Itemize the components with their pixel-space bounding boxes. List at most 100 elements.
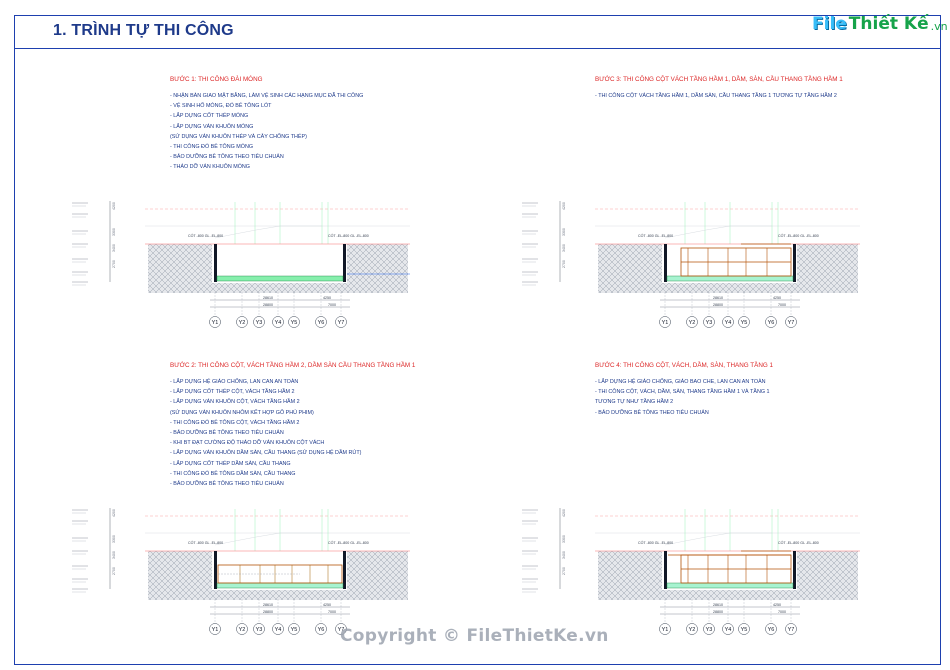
grid-label: Y4 [275,320,282,326]
step-line: - THI CÔNG ĐỔ BÊ TÔNG MÓNG [170,144,254,151]
column-label-left: CỐT -800 GL -EL-800 [638,540,673,545]
upper-profile [664,225,772,239]
copyright-watermark: Copyright © FileThietKe.vn [340,626,609,646]
grid-label: Y3 [706,627,713,633]
grid-label: Y5 [741,320,748,326]
step-heading: BƯỚC 4: THI CÔNG CỘT, VÁCH, DẦM, SÀN, TH… [595,362,774,369]
section-svg: 4200 3300 3400 2700 CỐT -800 GL -EL-800 CỐT -… [522,508,860,635]
vertical-dimension-label: 2700 [112,567,116,575]
step-2-block: BƯỚC 2: THI CÔNG CỘT, VÁCH TẦNG HẦM 2, D… [170,362,500,489]
vertical-dimension-label: 3400 [562,551,566,559]
step-line: - BẢO DƯỠNG BÊ TÔNG THEO TIÊU CHUẨN [170,481,284,488]
step-line: - LẮP DỰNG CỐT THÉP MÓNG [170,113,249,120]
grid-label: Y5 [291,320,298,326]
logo-file-text: File [812,14,847,34]
vertical-dimension-label: 2700 [112,260,116,268]
step-line: - VỆ SINH HỐ MÓNG, ĐỔ BÊ TÔNG LÓT [170,103,272,110]
grid-label: Y7 [338,320,345,326]
grid-label: Y4 [725,627,732,633]
step-line: - THI CÔNG ĐỔ BÊ TÔNG DẦM SÀN, CẦU THANG [170,470,296,477]
grid-label: Y1 [212,320,219,326]
section-svg: 4200 3300 3400 2700 CỐT -800 GL -EL-800 CỐT -… [72,201,410,328]
vertical-dimension-label: 3300 [112,228,116,236]
soil-bottom [662,283,797,293]
soil-right [347,244,408,293]
column-label-left: CỐT -800 GL -EL-800 [188,540,223,545]
section-svg: 4200 3300 3400 2700 CỐT -800 GL -EL-800 CỐT -… [72,508,410,635]
grid-label: Y1 [212,627,219,633]
step-line: - NHẬN BÀN GIAO MẶT BẰNG, LÀM VỆ SINH CÁ… [170,93,364,99]
grid-label: Y2 [239,627,246,633]
soil-bottom [212,283,347,293]
vertical-dimension-label: 4200 [112,202,116,210]
retaining-wall-left [664,244,667,282]
step-4-block: BƯỚC 4: THI CÔNG CỘT, VÁCH, DẦM, SÀN, TH… [595,362,925,418]
dimension-label: 28610 [713,603,723,607]
step-line: - LẮP DỰNG VÁN KHUÔN DẦM SÀN, CẦU THANG … [170,450,362,457]
step-heading: BƯỚC 2: THI CÔNG CỘT, VÁCH TẦNG HẦM 2, D… [170,362,416,369]
retaining-wall-right [343,551,346,589]
vertical-dimension-label: 3300 [562,535,566,543]
step-line: - LẮP DỰNG VÁN KHUÔN CỘT, VÁCH TẦNG HẦM … [170,399,300,406]
soil-left [148,244,212,293]
grid-label: Y6 [318,627,325,633]
page-title: 1. TRÌNH TỰ THI CÔNG [53,22,234,39]
dimension-label: 28800 [713,610,723,614]
grid-label: Y2 [239,320,246,326]
section-svg: 4200 3300 3400 2700 CỐT -800 GL -EL-800 CỐT -… [522,201,860,328]
dimension-label: 7000 [778,610,786,614]
step-line: - THI CÔNG CỘT VÁCH TẦNG HẦM 1, DẦM SÀN,… [595,93,837,99]
column-label-left: CỐT -800 GL -EL-800 [638,233,673,238]
foundation-slab [216,582,344,589]
grid-label: Y6 [768,320,775,326]
grid-label: Y6 [768,627,775,633]
grid-label: Y4 [275,627,282,633]
upper-profile [664,532,772,546]
grid-label: Y3 [256,320,263,326]
dimension-label: 28610 [263,603,273,607]
step-line: - LẮP DỰNG CỐT THÉP CỘT, VÁCH TẦNG HẦM 2 [170,389,295,396]
soil-right [797,244,858,293]
grid-label: Y1 [662,627,669,633]
step-3-block: BƯỚC 3: THI CÔNG CỘT VÁCH TẦNG HẦM 1, DẦ… [595,76,925,101]
retaining-wall-right [343,244,346,282]
soil-left [148,551,212,600]
retaining-wall-right [793,551,796,589]
dimension-label: 4250 [323,296,331,300]
foundation-slab [216,275,344,282]
grid-label: Y1 [662,320,669,326]
step-line: - BẢO DƯỠNG BÊ TÔNG THEO TIÊU CHUẨN [595,409,709,416]
dimension-label: 7000 [328,610,336,614]
soil-bottom [212,590,347,600]
step-line: TƯƠNG TỰ NHƯ TẦNG HẦM 2 [595,399,674,406]
section-diagram-step-2: 4200 3300 3400 2700 CỐT -800 GL -EL-800 CỐT -… [60,503,420,643]
vertical-dimension-label: 3300 [562,228,566,236]
section-diagram-step-4: 4200 3300 3400 2700 CỐT -800 GL -EL-800 CỐT -… [510,503,870,643]
step-1-block: BƯỚC 1: THI CÔNG ĐÀI MÓNG - NHẬN BÀN GIAO… [170,76,500,173]
column-label-left: CỐT -800 GL -EL-800 [188,233,223,238]
retaining-wall-right [793,244,796,282]
retaining-wall-left [664,551,667,589]
vertical-dimension-label: 3400 [562,244,566,252]
column-label-right: CỐT -EL-800 GL -EL-800 [328,233,369,238]
grid-label: Y7 [788,627,795,633]
dimension-label: 7000 [328,303,336,307]
soil-right [347,551,408,600]
soil-left [598,244,662,293]
step-line: - LẮP DỰNG VÁN KHUÔN MÓNG [170,123,254,130]
dimension-label: 28610 [713,296,723,300]
dimension-label: 4250 [323,603,331,607]
logo-thietke-text: Thiết Kế [848,14,929,34]
grid-label: Y2 [689,627,696,633]
grid-label: Y5 [291,627,298,633]
grid-label: Y4 [725,320,732,326]
grid-label: Y5 [741,627,748,633]
vertical-dimension-label: 2700 [562,260,566,268]
foundation-slab [666,582,794,589]
column-label-right: CỐT -EL-800 GL -EL-800 [778,540,819,545]
step-line: - BẢO DƯỠNG BÊ TÔNG THEO TIÊU CHUẨN [170,154,284,161]
section-diagram-step-1: 4200 3300 3400 2700 CỐT -800 GL -EL-800 CỐT -… [60,196,420,336]
step-line: - THI CÔNG ĐỔ BÊ TÔNG CỘT, VÁCH TẦNG HẦM… [170,419,300,426]
step-line: - KHI BT ĐẠT CƯỜNG ĐỘ THÁO DỠ VÁN KHUÔN … [170,440,325,447]
title-rule [14,48,941,49]
